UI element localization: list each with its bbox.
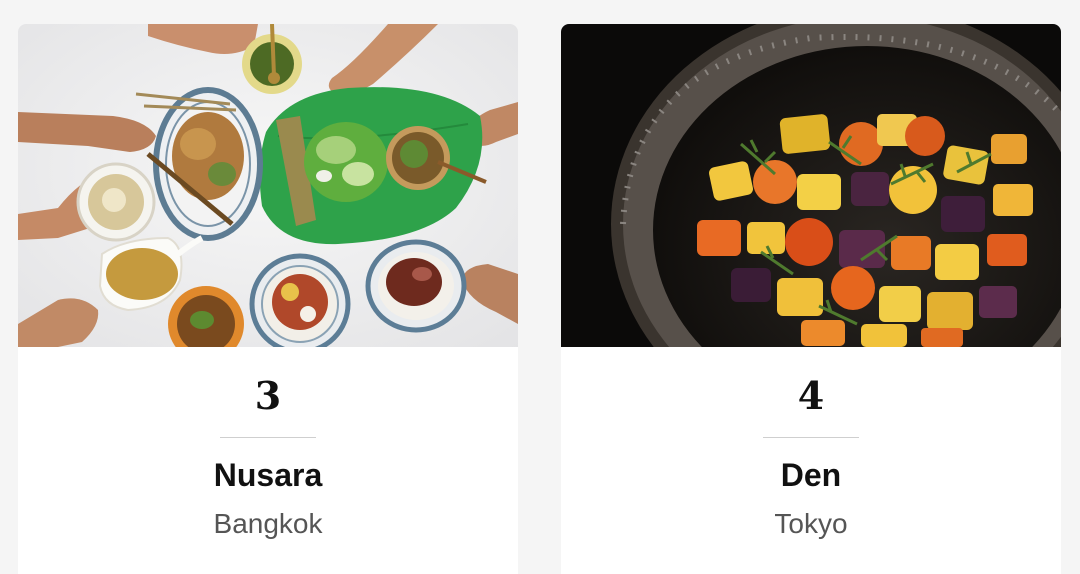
restaurant-card-den[interactable]: 4 Den Tokyo	[561, 24, 1061, 574]
restaurant-card-nusara[interactable]: 3 Nusara Bangkok	[18, 24, 518, 574]
rank-number: 3	[254, 373, 282, 418]
restaurant-list: 3 Nusara Bangkok 4 Den Tokyo	[0, 0, 1080, 574]
food-photo-roasted-vegetables	[561, 24, 1061, 347]
restaurant-name[interactable]: Den	[561, 454, 1061, 496]
rank-number: 4	[797, 373, 825, 418]
restaurant-city: Tokyo	[774, 508, 848, 539]
divider	[763, 437, 859, 438]
divider	[220, 437, 316, 438]
restaurant-photo-den[interactable]	[561, 24, 1061, 347]
restaurant-name[interactable]: Nusara	[18, 454, 518, 496]
restaurant-city: Bangkok	[213, 508, 323, 539]
food-photo-thai-dishes	[18, 24, 518, 347]
restaurant-photo-nusara[interactable]	[18, 24, 518, 347]
